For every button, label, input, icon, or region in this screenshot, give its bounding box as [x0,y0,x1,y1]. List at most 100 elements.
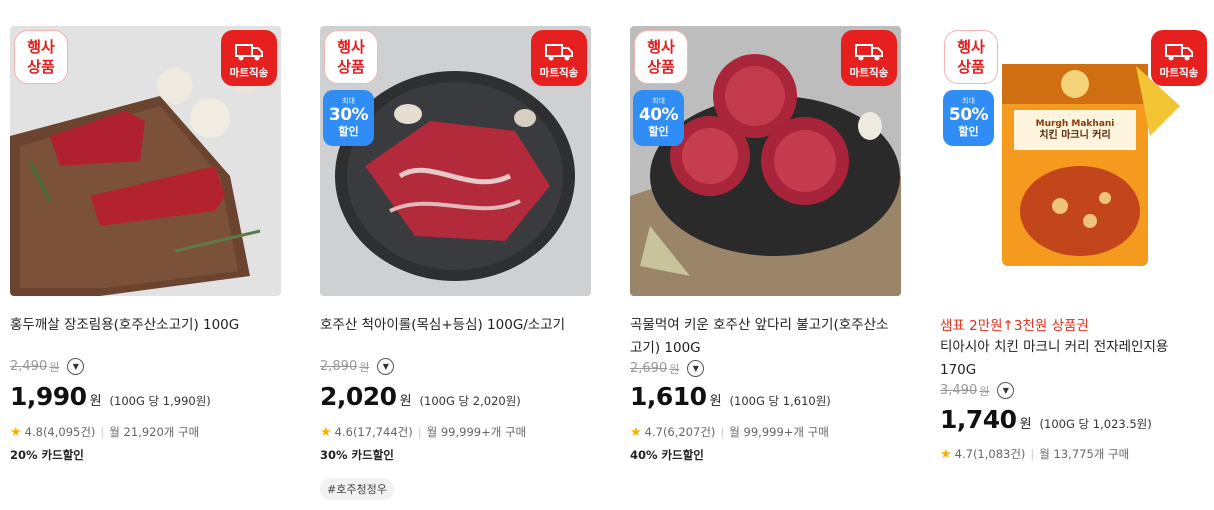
original-price-value: 2,490 [10,359,48,374]
product-title[interactable]: 곡물먹여 키운 호주산 앞다리 불고기(호주산소고기) 100G [630,314,898,360]
product-image[interactable]: 행사 상품 마트직송 최대 40% 할인 [630,26,901,296]
package-korean-name: 치킨 마크니 커리 [1039,130,1111,141]
chevron-down-icon[interactable]: ▼ [377,358,395,375]
mart-delivery-badge: 마트직송 [221,30,277,86]
chevron-down-icon[interactable]: ▼ [687,360,705,377]
event-badge-line1: 행사 [957,38,985,56]
star-icon: ★ [10,424,22,440]
discount-percent: 30% [328,105,369,125]
rating-row: ★ 4.7(1,083건) | 월 13,775개 구매 [940,446,1129,462]
unit-price: (100G 당 1,990원) [109,394,211,408]
product-image[interactable]: 행사 상품 마트직송 [10,26,281,296]
product-title[interactable]: 호주산 척아이롤(목심+등심) 100G/소고기 [320,314,588,337]
price-value: 1,990 [10,382,87,411]
product-card[interactable]: 행사 상품 마트직송 최대 30% 할인 호주산 척아이롤(목심+등심) 100… [320,26,591,510]
product-title[interactable]: 티아시아 치킨 마크니 커리 전자레인지용 170G [940,336,1208,382]
mart-delivery-badge: 마트직송 [1151,30,1207,86]
original-price-currency: 원 [359,360,370,374]
price-value: 1,610 [630,382,707,411]
star-icon: ★ [940,446,952,462]
rating-text: 4.7(1,083건) [954,447,1026,461]
event-badge: 행사 상품 [14,30,68,84]
price-currency: 원 [399,394,412,409]
price-value: 2,020 [320,382,397,411]
rating-text: 4.8(4,095건) [24,425,96,439]
rating-text: 4.6(17,744건) [334,425,413,439]
card-discount: 40% 카드할인 [630,448,704,462]
original-price: 2,490 원 ▼ [10,358,85,375]
event-badge-line2: 상품 [957,58,985,76]
original-price-value: 2,690 [630,361,668,376]
discount-badge: 최대 30% 할인 [323,90,374,146]
divider: | [1030,447,1035,461]
promo-text[interactable]: 샘표 2만원↑3천원 상품권 [940,314,1089,334]
product-card[interactable]: 행사 상품 마트직송 홍두깨살 장조림용(호주산소고기) 100G 2,490 … [10,26,281,510]
discount-percent: 50% [948,105,989,125]
product-card[interactable]: Murgh Makhani 치킨 마크니 커리 행사 상품 마트직송 최대 50… [940,26,1211,510]
price-currency: 원 [1019,417,1032,432]
package-label: Murgh Makhani 치킨 마크니 커리 [1020,118,1130,142]
product-image[interactable]: 행사 상품 마트직송 최대 30% 할인 [320,26,591,296]
sale-price: 1,990 원 (100G 당 1,990원) [10,382,211,411]
product-title[interactable]: 홍두깨살 장조림용(호주산소고기) 100G [10,314,278,337]
monthly-sales: 월 99,999+개 구매 [729,425,829,439]
chevron-down-icon[interactable]: ▼ [997,382,1015,399]
package-english-name: Murgh Makhani [1035,119,1115,129]
event-badge-line1: 행사 [27,38,55,56]
discount-label: 할인 [958,125,979,138]
product-grid: 행사 상품 마트직송 홍두깨살 장조림용(호주산소고기) 100G 2,490 … [0,0,1214,510]
original-price-value: 3,490 [940,383,978,398]
price-currency: 원 [89,394,102,409]
event-badge: 행사 상품 [944,30,998,84]
monthly-sales: 월 99,999+개 구매 [426,425,527,439]
rating-row: ★ 4.6(17,744건) | 월 99,999+개 구매 [320,424,526,440]
mart-delivery-badge: 마트직송 [531,30,587,86]
discount-badge-prefix: 최대 [962,97,975,105]
event-badge: 행사 상품 [324,30,378,84]
rating-text: 4.7(6,207건) [644,425,716,439]
star-icon: ★ [320,424,332,440]
original-price-currency: 원 [979,384,990,398]
star-icon: ★ [630,424,642,440]
sale-price: 1,740 원 (100G 당 1,023.5원) [940,405,1152,434]
discount-badge: 최대 50% 할인 [943,90,994,146]
truck-icon [545,44,573,61]
rating-row: ★ 4.7(6,207건) | 월 99,999+개 구매 [630,424,829,440]
card-discount: 30% 카드할인 [320,448,394,462]
monthly-sales: 월 13,775개 구매 [1039,447,1130,461]
discount-badge: 최대 40% 할인 [633,90,684,146]
mart-badge-label: 마트직송 [539,67,579,79]
truck-icon [235,44,263,61]
unit-price: (100G 당 1,610원) [729,394,831,408]
original-price-currency: 원 [669,362,680,376]
discount-badge-prefix: 최대 [342,97,355,105]
price-value: 1,740 [940,405,1017,434]
sale-price: 1,610 원 (100G 당 1,610원) [630,382,831,411]
divider: | [417,425,422,439]
original-price: 3,490 원 ▼ [940,382,1015,399]
mart-delivery-badge: 마트직송 [841,30,897,86]
discount-badge-prefix: 최대 [652,97,665,105]
truck-icon [855,44,883,61]
original-price-value: 2,890 [320,359,358,374]
rating-row: ★ 4.8(4,095건) | 월 21,920개 구매 [10,424,199,440]
unit-price: (100G 당 2,020원) [419,394,521,408]
product-card[interactable]: 행사 상품 마트직송 최대 40% 할인 곡물먹여 키운 호주산 앞다리 불고기… [630,26,901,510]
original-price: 2,690 원 ▼ [630,360,705,377]
event-badge-line1: 행사 [337,38,365,56]
event-badge: 행사 상품 [634,30,688,84]
unit-price: (100G 당 1,023.5원) [1039,417,1152,431]
sale-price: 2,020 원 (100G 당 2,020원) [320,382,521,411]
product-image[interactable]: Murgh Makhani 치킨 마크니 커리 행사 상품 마트직송 최대 50… [940,26,1211,296]
divider: | [100,425,105,439]
discount-label: 할인 [648,125,669,138]
chevron-down-icon[interactable]: ▼ [67,358,85,375]
event-badge-line2: 상품 [337,58,365,76]
event-badge-line2: 상품 [647,58,675,76]
truck-icon [1165,44,1193,61]
event-badge-line1: 행사 [647,38,675,56]
discount-percent: 40% [638,105,679,125]
hashtag-chip[interactable]: #호주청정우 [320,478,394,500]
discount-label: 할인 [338,125,359,138]
mart-badge-label: 마트직송 [1159,67,1199,79]
